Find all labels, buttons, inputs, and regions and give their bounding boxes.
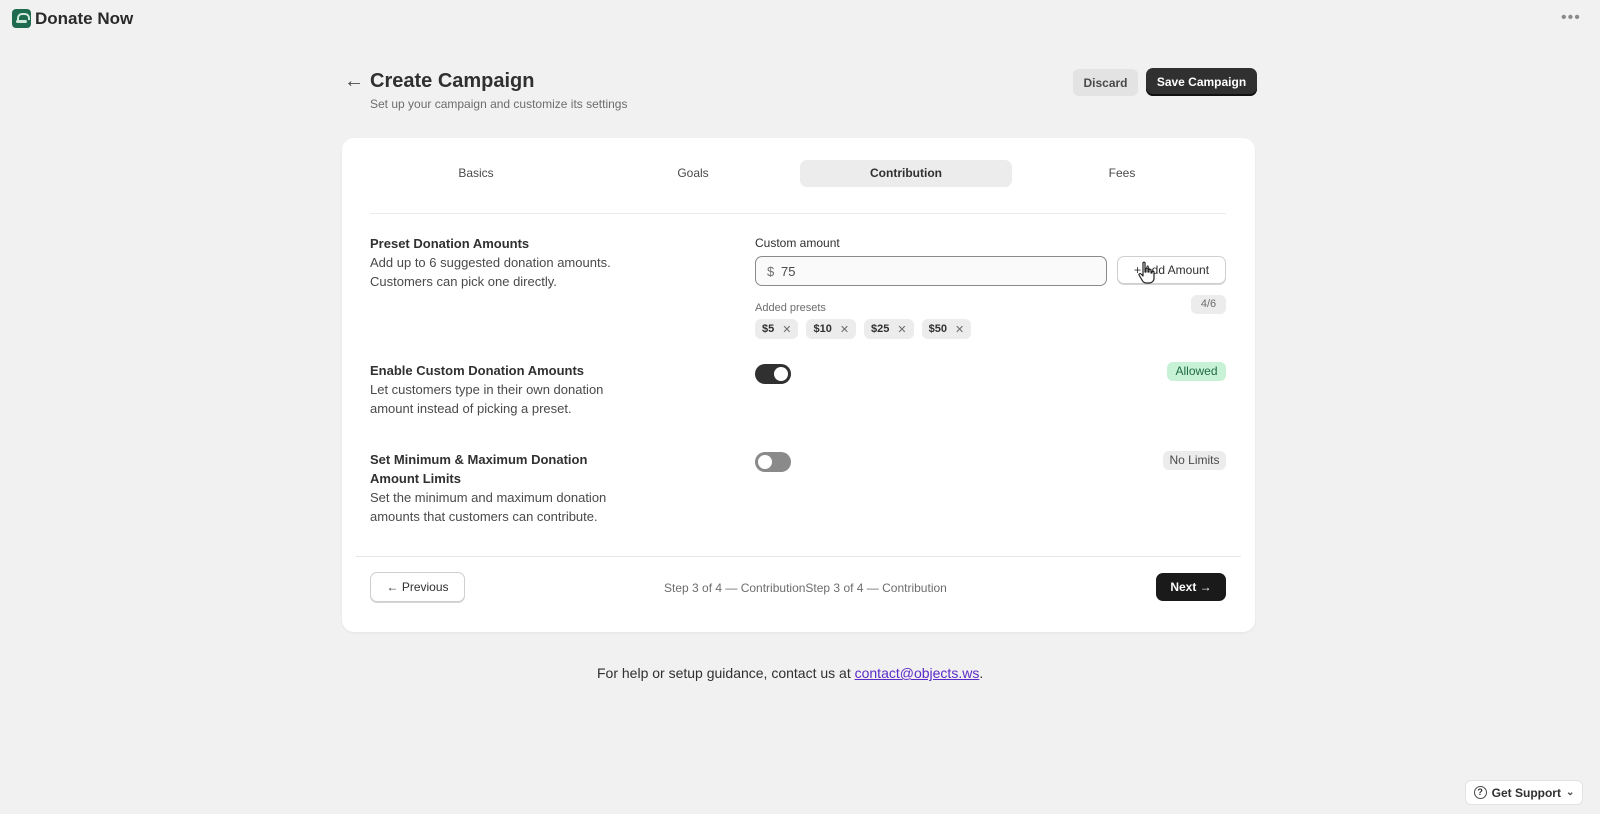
remove-icon[interactable]: ✕ [955,323,964,336]
app-logo-icon [12,9,31,28]
footer-divider [356,556,1241,557]
step-indicator: Step 3 of 4 — ContributionStep 3 of 4 — … [664,581,947,595]
preset-chips: $5 ✕ $10 ✕ $25 ✕ $50 ✕ [755,319,972,339]
status-badge-no-limits: No Limits [1163,451,1226,470]
toggle-knob [774,367,788,381]
tab-contribution[interactable]: Contribution [800,160,1012,187]
get-support-label: Get Support [1491,785,1561,800]
limits-section-description: Set the minimum and maximum donation amo… [370,490,607,524]
limits-section-title: Set Minimum & Maximum Donation Amount Li… [370,452,588,486]
campaign-card: Basics Goals Contribution Fees Preset Do… [342,138,1255,632]
get-support-button[interactable]: ? Get Support ⌄ [1465,780,1583,805]
hand-cursor-icon [1138,261,1155,284]
tab-goals[interactable]: Goals [587,160,799,187]
tabs-divider [370,213,1226,214]
added-presets-label: Added presets [755,302,826,314]
top-bar: Donate Now ••• [0,0,1600,40]
custom-amount-field: $ [755,256,1107,286]
more-icon[interactable]: ••• [1561,9,1581,27]
preset-chip: $10 ✕ [806,319,857,339]
add-amount-button[interactable]: + Add Amount [1117,256,1226,284]
preset-chip-label: $10 [813,323,832,335]
preset-chip-label: $50 [928,323,947,335]
contact-email-link[interactable]: contact@objects.ws [855,665,980,681]
help-text-suffix: . [979,665,984,681]
preset-chip: $5 ✕ [755,319,799,339]
discard-button[interactable]: Discard [1073,69,1138,96]
help-text-prefix: For help or setup guidance, contact us a… [597,665,855,681]
next-button[interactable]: Next → [1156,573,1226,601]
custom-section-title: Enable Custom Donation Amounts [370,363,585,378]
custom-amount-input[interactable] [781,258,1101,284]
currency-prefix: $ [767,264,775,279]
arrow-left-icon[interactable]: ← [344,70,364,93]
tab-basics[interactable]: Basics [370,160,582,187]
preset-section-title: Preset Donation Amounts [370,236,530,251]
presets-count-badge: 4/6 [1191,295,1226,314]
help-text: For help or setup guidance, contact us a… [597,665,983,681]
previous-button[interactable]: ← Previous [370,572,465,602]
page-subtitle: Set up your campaign and customize its s… [370,97,628,111]
remove-icon[interactable]: ✕ [782,323,791,336]
remove-icon[interactable]: ✕ [897,323,906,336]
custom-amount-label: Custom amount [755,236,840,250]
custom-amount-toggle[interactable] [755,364,791,384]
help-circle-icon: ? [1473,786,1487,799]
tab-fees[interactable]: Fees [1016,160,1228,187]
preset-chip-label: $5 [762,323,775,335]
remove-icon[interactable]: ✕ [840,323,849,336]
save-campaign-button[interactable]: Save Campaign [1146,68,1257,96]
page-title: Create Campaign [370,70,535,92]
preset-chip: $25 ✕ [864,319,914,339]
preset-section-description: Add up to 6 suggested donation amounts. … [370,255,611,289]
preset-chip: $50 ✕ [921,319,972,339]
toggle-knob [758,455,772,469]
preset-chip-label: $25 [871,323,890,335]
limits-toggle[interactable] [755,452,791,472]
status-badge-allowed: Allowed [1167,362,1226,381]
custom-section-description: Let customers type in their own donation… [370,382,604,416]
app-title: Donate Now [35,9,134,28]
chevron-down-icon: ⌄ [1565,787,1575,798]
